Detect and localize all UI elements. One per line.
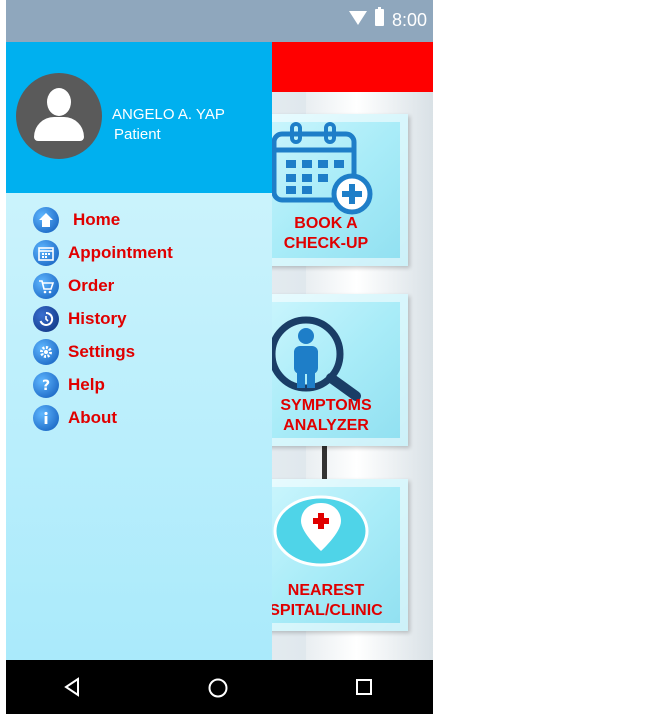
- menu-label-history: History: [68, 309, 127, 328]
- menu-label-help: Help: [68, 375, 105, 394]
- menu-item-settings[interactable]: Settings: [33, 339, 263, 369]
- menu-label-home: Home: [73, 210, 121, 229]
- info-icon: [33, 405, 59, 431]
- nearest-hospital-card[interactable]: NEAREST SPITAL/CLINIC: [261, 479, 408, 631]
- avatar-head-shape: [47, 88, 71, 116]
- svg-text:?: ?: [42, 378, 50, 393]
- menu-item-history[interactable]: History: [33, 306, 263, 336]
- location-pin-icon: [273, 495, 369, 567]
- menu-label-about: About: [68, 408, 118, 427]
- menu-item-appointment[interactable]: Appointment: [33, 240, 263, 270]
- navigation-drawer: ANGELO A. YAP Patient Home Appointment O…: [6, 42, 272, 660]
- user-role: Patient: [114, 126, 161, 143]
- user-name: ANGELO A. YAP: [112, 106, 225, 123]
- battery-icon: [375, 7, 384, 26]
- calendar-plus-icon: [271, 122, 373, 215]
- phone-screen: 8:00 BOOK A CHECK-UP SYMPTOMS ANALYZER N…: [6, 0, 433, 714]
- wifi-icon: [349, 11, 367, 25]
- back-icon[interactable]: [62, 677, 82, 697]
- help-icon: ?: [33, 372, 59, 398]
- magnifier-person-icon: [268, 316, 361, 401]
- status-bar: 8:00: [6, 0, 433, 42]
- menu-item-order[interactable]: Order: [33, 273, 263, 303]
- symptoms-analyzer-label: SYMPTOMS ANALYZER: [280, 397, 372, 434]
- status-time: 8:00: [391, 10, 427, 30]
- gear-icon: [33, 339, 59, 365]
- avatar-body-shape: [34, 117, 84, 141]
- nearest-hospital-label: NEAREST SPITAL/CLINIC: [269, 582, 383, 619]
- home-icon: [33, 207, 59, 233]
- calendar-icon: [33, 240, 59, 266]
- symptoms-analyzer-card[interactable]: SYMPTOMS ANALYZER: [261, 294, 408, 446]
- history-icon: [33, 306, 59, 332]
- menu-label-order: Order: [68, 276, 115, 295]
- cart-icon: [33, 273, 59, 299]
- menu-label-settings: Settings: [68, 342, 136, 361]
- menu-item-home[interactable]: Home: [33, 207, 263, 237]
- menu-label-appointment: Appointment: [68, 243, 173, 262]
- avatar[interactable]: [16, 73, 102, 159]
- book-checkup-card[interactable]: BOOK A CHECK-UP: [261, 114, 408, 266]
- menu-item-about[interactable]: About: [33, 405, 263, 435]
- recents-icon[interactable]: [354, 677, 374, 697]
- drawer-header: ANGELO A. YAP Patient: [6, 42, 272, 193]
- menu-item-help[interactable]: ? Help: [33, 372, 263, 402]
- book-checkup-label: BOOK A CHECK-UP: [283, 215, 369, 252]
- system-nav-bar: [6, 660, 433, 714]
- home-button-icon[interactable]: [207, 677, 229, 699]
